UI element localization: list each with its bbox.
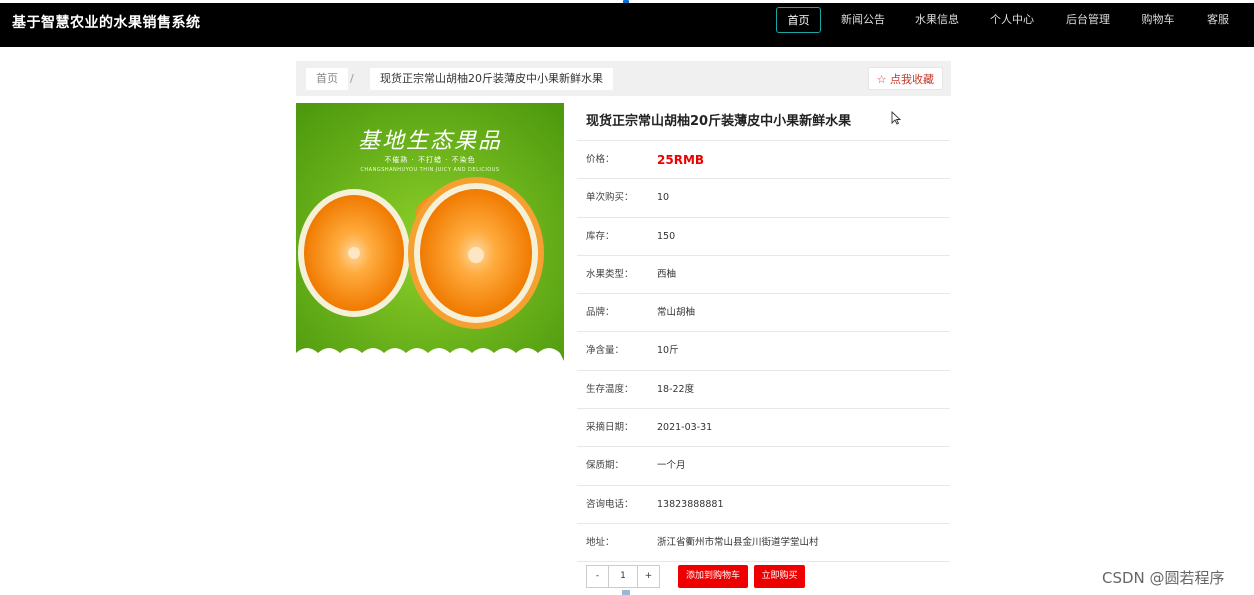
field-label: 品牌： [586, 307, 615, 319]
field-label: 采摘日期： [586, 422, 634, 434]
nav-home[interactable]: 首页 [776, 7, 821, 33]
field-label: 保质期： [586, 460, 625, 472]
purchase-actions: - 1 + 添加到购物车 立即购买 [586, 565, 966, 588]
breadcrumb-current: 现货正宗常山胡柚20斤装薄皮中小果新鲜水果 [370, 68, 613, 90]
field-label: 生存温度： [586, 383, 634, 395]
field-value: 10斤 [657, 345, 679, 357]
field-value: 150 [657, 230, 676, 242]
field-value: 常山胡柚 [657, 307, 696, 319]
field-label: 咨询电话： [586, 498, 634, 510]
quantity-decrease-button[interactable]: - [586, 565, 609, 588]
field-row-brand: 品牌： 常山胡柚 [577, 294, 950, 333]
field-value: 13823888881 [657, 498, 724, 510]
image-title: 基地生态果品 [357, 129, 502, 154]
field-value: 2021-03-31 [657, 422, 713, 434]
field-row-pick-date: 采摘日期： 2021-03-31 [577, 409, 950, 448]
field-value: 18-22度 [657, 383, 695, 395]
nav-cart[interactable]: 购物车 [1133, 7, 1183, 33]
field-label: 净含量： [586, 345, 625, 357]
quantity-input[interactable]: 1 [608, 565, 638, 588]
field-value: 10 [657, 192, 670, 204]
field-label: 单次购买： [586, 192, 634, 204]
field-label: 地址： [586, 536, 615, 548]
field-label: 价格： [586, 154, 615, 165]
nav-personal-center[interactable]: 个人中心 [983, 7, 1041, 33]
price-value: 25RMB [657, 153, 705, 167]
product-detail: 现货正宗常山胡柚20斤装薄皮中小果新鲜水果 价格： 25RMB 单次购买： 10… [577, 103, 950, 563]
field-label: 水果类型： [586, 268, 634, 280]
add-to-cart-button[interactable]: 添加到购物车 [678, 565, 748, 588]
field-row-phone: 咨询电话： 13823888881 [577, 486, 950, 524]
favorite-button[interactable]: ☆ 点我收藏 [867, 67, 943, 90]
nav-fruit-info[interactable]: 水果信息 [908, 7, 966, 33]
mouse-cursor-icon [891, 111, 901, 125]
quantity-increase-button[interactable]: + [637, 565, 660, 588]
image-subtitle: 不催熟 · 不打蜡 · 不染色 [384, 156, 476, 164]
field-value: 西柚 [657, 268, 677, 280]
field-row-single-purchase: 单次购买： 10 [577, 179, 950, 218]
field-row-temperature: 生存温度： 18-22度 [577, 371, 950, 410]
field-row-shelf-life: 保质期： 一个月 [577, 447, 950, 486]
field-row-net-weight: 净含量： 10斤 [577, 332, 950, 371]
product-image: 基地生态果品 不催熟 · 不打蜡 · 不染色 CHANGSHANHUYOU TH… [296, 103, 564, 361]
nav-service[interactable]: 客服 [1199, 7, 1237, 33]
window-bottom-marker [622, 590, 630, 595]
field-row-fruit-type: 水果类型： 西柚 [577, 256, 950, 295]
field-row-price: 价格： 25RMB [577, 141, 950, 180]
field-row-stock: 库存： 150 [577, 218, 950, 256]
breadcrumb: 首页 / 现货正宗常山胡柚20斤装薄皮中小果新鲜水果 ☆ 点我收藏 [296, 61, 951, 96]
field-row-address: 地址： 浙江省衢州市常山县金川街道学堂山村 [577, 524, 950, 563]
top-navbar: 基于智慧农业的水果销售系统 首页 新闻公告 水果信息 个人中心 后台管理 购物车… [0, 3, 1254, 47]
buy-now-button[interactable]: 立即购买 [754, 565, 805, 588]
breadcrumb-separator: / [350, 72, 354, 85]
field-value: 一个月 [657, 460, 686, 472]
breadcrumb-home[interactable]: 首页 [306, 68, 348, 90]
field-label: 库存： [586, 230, 615, 242]
site-title: 基于智慧农业的水果销售系统 [12, 15, 201, 31]
image-subtitle-en: CHANGSHANHUYOU THIN JUICY AND DELICIOUS [360, 167, 500, 173]
nav-admin[interactable]: 后台管理 [1059, 7, 1117, 33]
nav-news[interactable]: 新闻公告 [834, 7, 892, 33]
field-value: 浙江省衢州市常山县金川街道学堂山村 [657, 536, 819, 548]
watermark: CSDN @圆若程序 [1102, 569, 1225, 587]
